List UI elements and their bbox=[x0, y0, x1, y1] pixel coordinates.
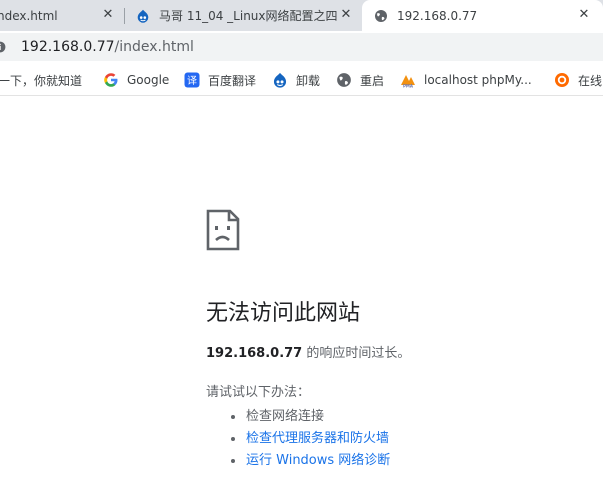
svg-text:译: 译 bbox=[187, 75, 197, 87]
url-host: 192.168.0.77 bbox=[21, 39, 115, 55]
bookmark-label: 重启 bbox=[360, 73, 385, 88]
bookmarks-bar: 一下，你就知道 Google 译 百度翻译 卸载 重启 PMA localhos… bbox=[0, 64, 603, 96]
google-icon bbox=[104, 73, 118, 87]
tab-index-html[interactable]: ndex.html ✕ bbox=[0, 0, 124, 31]
bookmark-label: Google bbox=[127, 73, 170, 87]
bookmark-label: localhost phpMy... bbox=[424, 73, 532, 87]
bookmark-label: 一下，你就知道 bbox=[0, 73, 83, 88]
error-summary-text: 的响应时间过长。 bbox=[302, 346, 411, 361]
tab-title: 马哥 11_04 _Linux网络配置之四 bbox=[159, 9, 338, 23]
tab-close-icon[interactable]: ✕ bbox=[577, 8, 591, 22]
suggestions-label: 请试试以下办法： bbox=[206, 385, 311, 400]
toolbar: 192.168.0.77/index.html bbox=[0, 31, 603, 64]
drupal-icon bbox=[273, 72, 287, 88]
tab-close-icon[interactable]: ✕ bbox=[339, 8, 353, 22]
translate-icon: 译 bbox=[184, 72, 200, 88]
bookmark-phpmyadmin[interactable]: PMA localhost phpMy... bbox=[400, 72, 532, 88]
error-heading: 无法访问此网站 bbox=[206, 301, 361, 326]
suggestion-windows-diagnostics-link[interactable]: 运行 Windows 网络诊断 bbox=[226, 450, 390, 472]
suggestion-check-proxy-firewall-link[interactable]: 检查代理服务器和防火墙 bbox=[226, 428, 390, 450]
error-host: 192.168.0.77 bbox=[206, 346, 303, 361]
bookmark-online[interactable]: 在线 bbox=[554, 72, 602, 88]
url-path: /index.html bbox=[114, 39, 194, 55]
tab-close-icon[interactable]: ✕ bbox=[101, 8, 115, 22]
drupal-icon bbox=[137, 9, 149, 23]
bookmark-label: 卸载 bbox=[296, 73, 321, 88]
tab-mage-linux[interactable]: 马哥 11_04 _Linux网络配置之四 ✕ bbox=[125, 0, 362, 31]
tab-title: 192.168.0.77 bbox=[397, 8, 478, 23]
bookmark-label: 在线 bbox=[578, 73, 603, 88]
svg-text:PMA: PMA bbox=[403, 84, 414, 89]
bookmark-baidu-translate[interactable]: 译 百度翻译 bbox=[184, 72, 256, 88]
suggestions-list: 检查网络连接 检查代理服务器和防火墙 运行 Windows 网络诊断 bbox=[226, 406, 390, 472]
bookmark-google[interactable]: Google bbox=[103, 72, 169, 88]
sad-page-icon bbox=[206, 209, 240, 251]
bookmark-uninstall[interactable]: 卸载 bbox=[272, 72, 320, 88]
error-summary: 192.168.0.77 的响应时间过长。 bbox=[206, 345, 410, 363]
phpmyadmin-icon: PMA bbox=[401, 75, 415, 89]
suggestion-check-network: 检查网络连接 bbox=[226, 406, 390, 428]
tab-active-192-168-0-77[interactable]: 192.168.0.77 ✕ bbox=[362, 0, 603, 31]
swirl-icon bbox=[555, 73, 569, 87]
tab-strip: ndex.html ✕ 马哥 11_04 _Linux网络配置之四 ✕ 192.… bbox=[0, 0, 603, 31]
globe-icon bbox=[337, 73, 351, 87]
site-info-icon[interactable] bbox=[0, 41, 6, 53]
bookmark-label: 百度翻译 bbox=[208, 73, 257, 88]
bookmark-baidu[interactable]: 一下，你就知道 bbox=[0, 72, 82, 88]
url-text[interactable]: 192.168.0.77/index.html bbox=[21, 39, 194, 55]
tab-title: ndex.html bbox=[0, 8, 58, 23]
bookmark-restart[interactable]: 重启 bbox=[336, 72, 384, 88]
globe-icon bbox=[375, 9, 387, 22]
